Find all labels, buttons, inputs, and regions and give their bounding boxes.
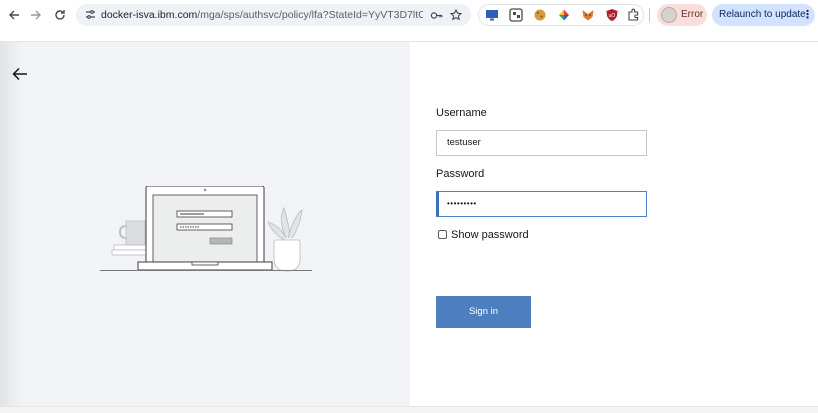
forward-button[interactable] (26, 5, 46, 25)
browser-toolbar: docker-isva.ibm.com/mga/sps/authsvc/poli… (0, 0, 818, 30)
url-path: /mga/sps/authsvc/policy/lfa?StateId=YyVT… (197, 9, 423, 21)
profile-status-label: Error (681, 9, 704, 20)
more-vertical-icon: ⋮ (802, 9, 813, 21)
grid-icon (509, 8, 523, 22)
password-manager-button[interactable] (428, 7, 444, 23)
extension-shield-icon[interactable]: uO (605, 8, 619, 22)
shield-icon: uO (606, 9, 618, 21)
extension-color-icon[interactable] (557, 8, 571, 22)
puzzle-icon (628, 8, 639, 21)
show-password-label[interactable]: Show password (451, 228, 529, 242)
extensions-bar: uO (478, 4, 644, 26)
tune-icon (85, 10, 95, 19)
illustration-panel (0, 42, 410, 406)
relaunch-to-update-button[interactable]: Relaunch to update ⋮ (712, 4, 815, 26)
cookie-icon (534, 9, 546, 21)
laptop-login-illustration (100, 186, 312, 272)
avatar (661, 7, 677, 23)
relaunch-label: Relaunch to update (719, 9, 806, 20)
reload-icon (55, 10, 65, 20)
url-host: docker-isva.ibm.com (101, 9, 198, 21)
extension-cookie-icon[interactable] (533, 8, 547, 22)
page-bottom-strip (0, 406, 818, 413)
password-masked-value: ••••••••• (447, 199, 477, 208)
show-password-checkbox[interactable] (438, 230, 447, 239)
bookmark-button[interactable] (448, 7, 464, 23)
extension-grid-icon[interactable] (509, 8, 523, 22)
star-icon (449, 8, 463, 21)
browser-window: docker-isva.ibm.com/mga/sps/authsvc/poli… (0, 0, 818, 413)
extensions-menu-button[interactable] (627, 8, 641, 22)
password-input[interactable]: ••••••••• (436, 191, 647, 217)
arrow-left-icon (9, 10, 19, 20)
fox-icon (582, 10, 594, 21)
url-text[interactable]: docker-isva.ibm.com/mga/sps/authsvc/poli… (101, 4, 423, 26)
sign-in-button[interactable]: Sign in (436, 296, 531, 328)
extension-monitor-icon[interactable] (485, 8, 499, 22)
page-top-strip (0, 30, 818, 42)
page-content: Username testuser Password ••••••••• Sho… (0, 30, 818, 413)
arrow-left-icon (12, 67, 27, 81)
password-label: Password (436, 168, 485, 180)
login-form-panel: Username testuser Password ••••••••• Sho… (410, 42, 818, 406)
back-link[interactable] (10, 64, 30, 84)
reload-button[interactable] (50, 5, 70, 25)
extension-fox-icon[interactable] (581, 8, 595, 22)
toolbar-divider (649, 8, 650, 22)
profile-error-button[interactable]: Error (657, 4, 707, 26)
svg-text:uO: uO (609, 13, 616, 19)
address-bar[interactable]: docker-isva.ibm.com/mga/sps/authsvc/poli… (76, 4, 471, 26)
arrow-right-icon (31, 10, 41, 20)
color-wheel-icon (559, 9, 569, 21)
username-label: Username (436, 107, 487, 119)
back-button[interactable] (4, 5, 24, 25)
monitor-icon (486, 10, 498, 21)
site-info-button[interactable] (82, 7, 98, 23)
username-input[interactable]: testuser (436, 130, 647, 156)
key-icon (430, 12, 442, 19)
